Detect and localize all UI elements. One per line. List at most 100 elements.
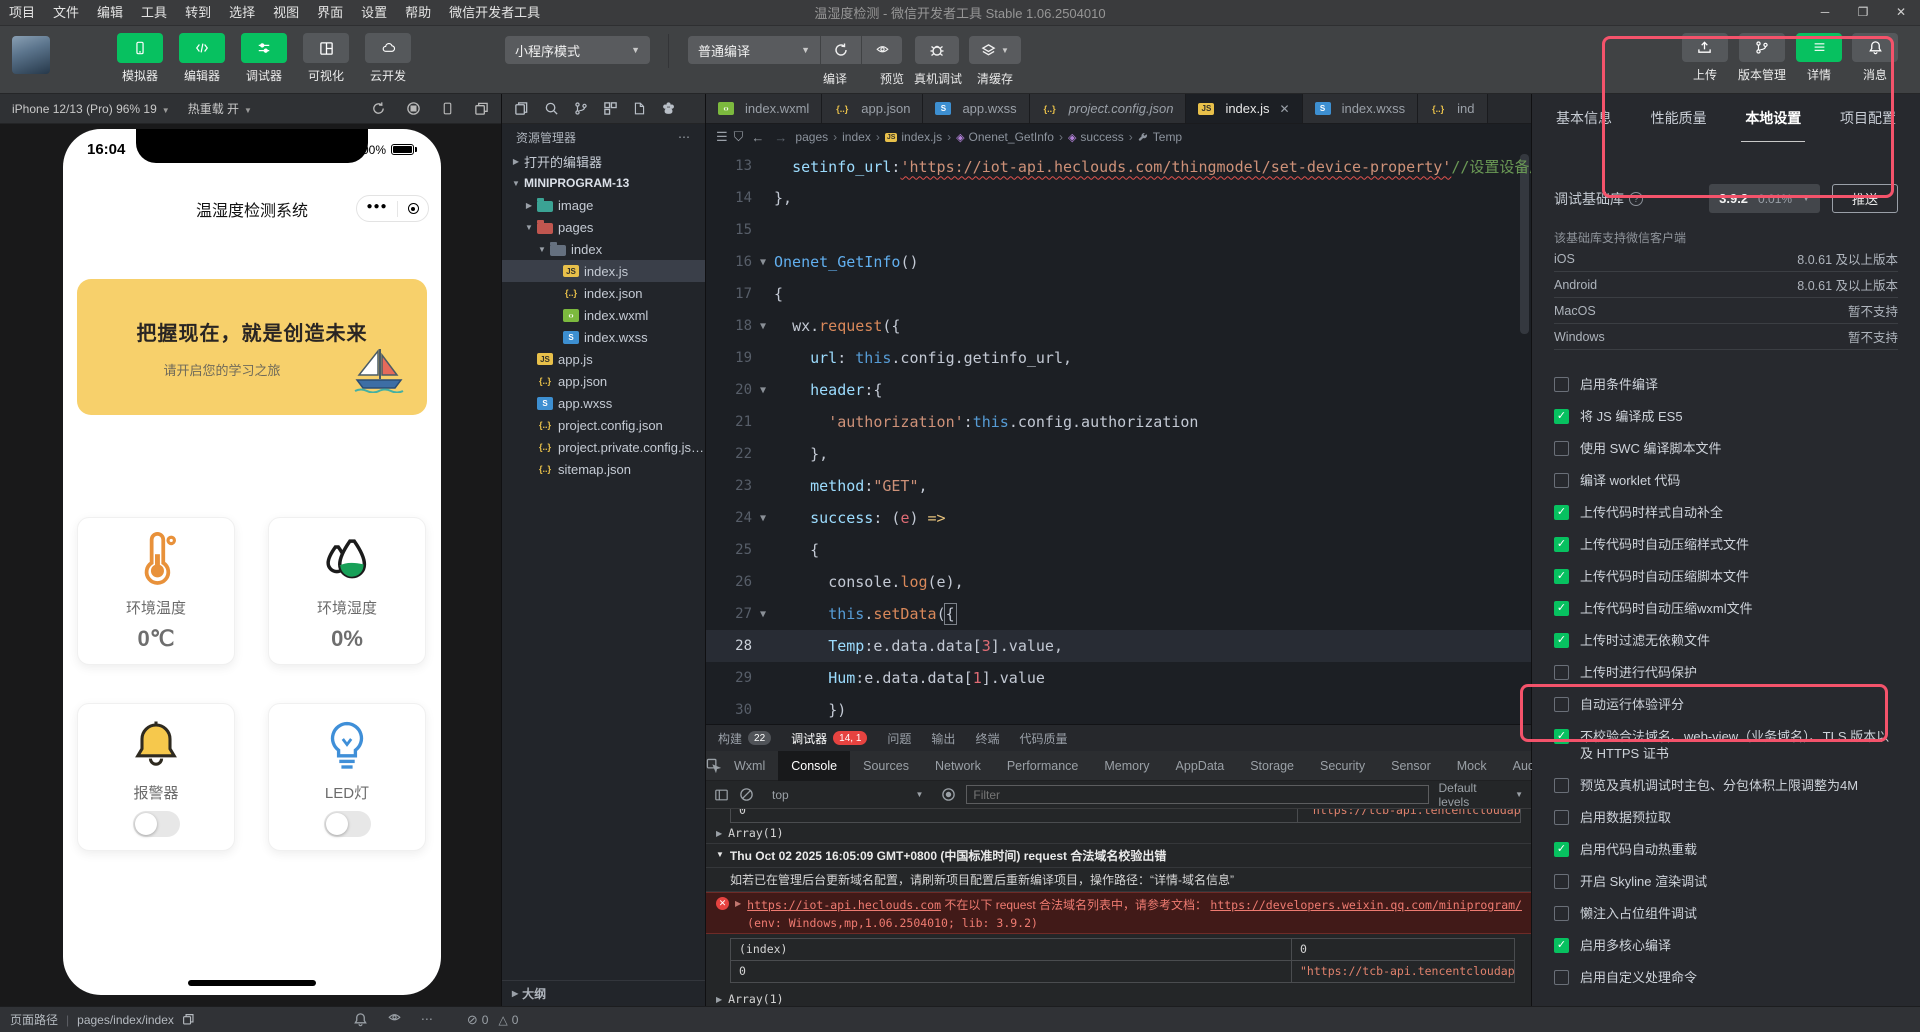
toolbar-button-版本管理[interactable]: 版本管理	[1738, 33, 1786, 83]
code-line-18[interactable]: 18 ▼ wx.request({	[706, 310, 1531, 342]
code-line-27[interactable]: 27 ▼ this.setData({	[706, 598, 1531, 630]
code-line-22[interactable]: 22 },	[706, 438, 1531, 470]
debugger-tab-输出[interactable]: 输出	[931, 730, 955, 747]
split-icon[interactable]	[603, 101, 618, 116]
setting-checkbox-row[interactable]: ✓ 不校验合法域名、web-view（业务域名）、TLS 版本以及 HTTPS 证…	[1554, 728, 1898, 762]
more-icon[interactable]: ⋯	[421, 1012, 433, 1027]
setting-checkbox-row[interactable]: 启用数据预拉取	[1554, 809, 1898, 826]
setting-checkbox-row[interactable]: 预览及真机调试时主包、分包体积上限调整为4M	[1554, 777, 1898, 794]
debugger-tab-构建[interactable]: 构建 22	[718, 730, 772, 747]
menubar-item-微信开发者工具[interactable]: 微信开发者工具	[440, 0, 549, 25]
breadcrumb-item-pages[interactable]: pages	[795, 130, 828, 144]
devtools-tab-Storage[interactable]: Storage	[1237, 751, 1307, 781]
code-line-20[interactable]: 20 ▼ header:{	[706, 374, 1531, 406]
compile-button[interactable]	[821, 36, 861, 64]
tree-item-app.js[interactable]: JS app.js	[502, 348, 705, 370]
details-tab-项目配置[interactable]: 项目配置	[1840, 108, 1896, 142]
checkbox-unchecked[interactable]	[1554, 874, 1569, 889]
debugger-tab-终端[interactable]: 终端	[975, 730, 999, 747]
device-select[interactable]: iPhone 12/13 (Pro) 96% 19 ▼	[12, 102, 170, 116]
inspect-cursor-icon[interactable]	[706, 758, 721, 773]
console-info-row[interactable]: 如若已在管理后台更新域名配置，请刷新项目配置后重新编译项目，操作路径：“详情-域…	[706, 868, 1531, 892]
code-line-21[interactable]: 21 'authorization':this.config.authoriza…	[706, 406, 1531, 438]
back-icon[interactable]: ←	[751, 130, 764, 145]
checkbox-checked[interactable]: ✓	[1554, 633, 1569, 648]
tree-item-index.js[interactable]: JS index.js	[502, 260, 705, 282]
devtools-tab-Console[interactable]: Console	[778, 750, 851, 781]
compile-mode-select[interactable]: 普通编译 ▼	[688, 36, 820, 64]
toolbar-button-可视化[interactable]: 可视化	[298, 33, 354, 84]
checkbox-unchecked[interactable]	[1554, 377, 1569, 392]
preview-button[interactable]	[862, 36, 902, 64]
checkbox-checked[interactable]: ✓	[1554, 505, 1569, 520]
setting-checkbox-row[interactable]: ✓ 启用多核心编译	[1554, 937, 1898, 954]
more-icon[interactable]: ●●●	[366, 201, 387, 216]
tree-item-打开的编辑器[interactable]: ▶ 打开的编辑器	[502, 150, 705, 172]
hot-reload-select[interactable]: 热重载 开 ▼	[188, 100, 252, 117]
devtools-tab-Network[interactable]: Network	[922, 751, 994, 781]
setting-checkbox-row[interactable]: 上传时进行代码保护	[1554, 664, 1898, 681]
file-icon[interactable]	[633, 101, 646, 116]
devtools-tab-Memory[interactable]: Memory	[1091, 751, 1162, 781]
tree-item-index.wxss[interactable]: Sindex.wxss	[502, 326, 705, 348]
setting-checkbox-row[interactable]: 使用 SWC 编译脚本文件	[1554, 440, 1898, 457]
fold-icon[interactable]: ▼	[752, 385, 774, 396]
tree-item-MINIPROGRAM-13[interactable]: ▼ MINIPROGRAM-13	[502, 172, 705, 194]
code-line-14[interactable]: 14},	[706, 182, 1531, 214]
fold-icon[interactable]: ▼	[752, 257, 774, 268]
checkbox-checked[interactable]: ✓	[1554, 601, 1569, 616]
toggle-switch[interactable]	[132, 810, 180, 837]
record-icon[interactable]	[406, 101, 421, 116]
checkbox-checked[interactable]: ✓	[1554, 409, 1569, 424]
devtools-tab-Mock[interactable]: Mock	[1444, 751, 1500, 781]
console-error-row[interactable]: ✕ ▶ https://iot-api.heclouds.com 不在以下 requ…	[706, 892, 1531, 934]
devtools-tab-Sources[interactable]: Sources	[850, 751, 922, 781]
devtools-tab-AppData[interactable]: AppData	[1163, 751, 1238, 781]
error-link[interactable]: https://iot-api.heclouds.com	[747, 898, 941, 912]
setting-checkbox-row[interactable]: ✓ 启用代码自动热重载	[1554, 841, 1898, 858]
live-expression-icon[interactable]	[941, 787, 956, 802]
setting-checkbox-row[interactable]: ✓ 上传代码时自动压缩wxml文件	[1554, 600, 1898, 617]
editor-tab-app.json[interactable]: {..} app.json	[822, 94, 924, 123]
console-output[interactable]: 0 "https://tcb-api.tencentcloudap ▶ Array(1…	[706, 809, 1531, 1006]
tree-item-image[interactable]: ▶ image	[502, 194, 705, 216]
sidebar-toggle-icon[interactable]	[714, 788, 729, 802]
maximize-button[interactable]: ❐	[1844, 0, 1882, 25]
code-line-13[interactable]: 13 setinfo_url:'https://iot-api.heclouds…	[706, 150, 1531, 182]
tree-item-app.wxss[interactable]: Sapp.wxss	[502, 392, 705, 414]
checkbox-unchecked[interactable]	[1554, 810, 1569, 825]
breadcrumb-item-Onenet_GetInfo[interactable]: ◈ Onenet_GetInfo	[956, 130, 1054, 144]
forward-icon[interactable]: →	[774, 130, 787, 145]
search-icon[interactable]	[544, 101, 559, 116]
code-line-24[interactable]: 24 ▼ success: (e) =>	[706, 502, 1531, 534]
checkbox-checked[interactable]: ✓	[1554, 938, 1569, 953]
console-log-row[interactable]: ▶ Array(1)	[706, 823, 1531, 844]
editor-tab-index.js[interactable]: JS index.js ✕	[1186, 94, 1303, 123]
remote-debug-button[interactable]	[915, 36, 959, 64]
breadcrumb-item-success[interactable]: ◈ success	[1068, 130, 1124, 144]
expand-icon[interactable]: ▶	[716, 829, 722, 838]
checkbox-unchecked[interactable]	[1554, 970, 1569, 985]
toggle-switch[interactable]	[323, 810, 371, 837]
checkbox-checked[interactable]: ✓	[1554, 569, 1569, 584]
exit-icon[interactable]	[407, 203, 419, 214]
fold-icon[interactable]: ▼	[752, 513, 774, 524]
debugger-tab-代码质量[interactable]: 代码质量	[1019, 730, 1067, 747]
tree-item-project.config.json[interactable]: {..} project.config.json	[502, 414, 705, 436]
checkbox-unchecked[interactable]	[1554, 665, 1569, 680]
checkbox-unchecked[interactable]	[1554, 906, 1569, 921]
console-table-row[interactable]: 0 "https://tcb-api.tencentcloudap	[731, 961, 1514, 983]
code-line-29[interactable]: 29 Hum:e.data.data[1].value	[706, 662, 1531, 694]
breadcrumb-item-index.js[interactable]: JS index.js	[884, 130, 942, 144]
devtools-tab-Sensor[interactable]: Sensor	[1378, 751, 1444, 781]
setting-checkbox-row[interactable]: 懒注入占位组件调试	[1554, 905, 1898, 922]
details-tab-本地设置[interactable]: 本地设置	[1745, 108, 1801, 142]
expand-icon[interactable]: ▶	[716, 995, 722, 1004]
code-line-17[interactable]: 17 {	[706, 278, 1531, 310]
checkbox-unchecked[interactable]	[1554, 473, 1569, 488]
editor-tab-project.config.json[interactable]: {..} project.config.json	[1029, 94, 1187, 123]
menubar-item-编辑[interactable]: 编辑	[88, 0, 132, 25]
code-line-30[interactable]: 30 })	[706, 694, 1531, 724]
setting-checkbox-row[interactable]: 编译 worklet 代码	[1554, 472, 1898, 489]
notification-icon[interactable]	[353, 1012, 368, 1027]
